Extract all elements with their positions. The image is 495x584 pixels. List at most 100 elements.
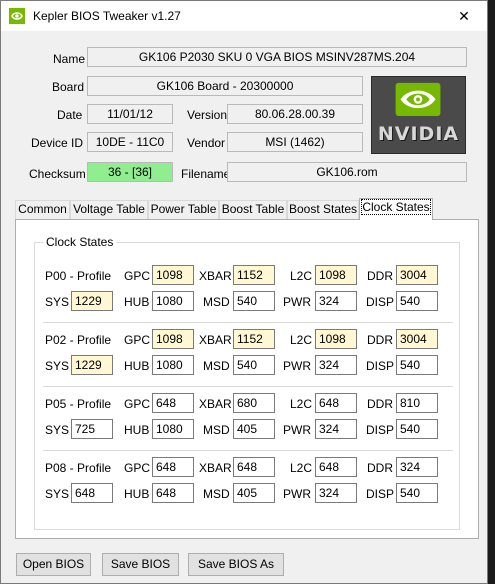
tab-common[interactable]: Common (15, 200, 70, 219)
pwr-label: PWR (283, 359, 311, 373)
board-field[interactable]: GK106 Board - 20300000 (87, 76, 363, 96)
tab-power-table[interactable]: Power Table (148, 200, 219, 219)
xbar-input[interactable]: 1152 (233, 265, 275, 285)
msd-label: MSD (203, 359, 230, 373)
pwr-input[interactable]: 324 (315, 419, 357, 439)
version-field[interactable]: 80.06.28.00.39 (227, 104, 363, 124)
gpc-label: GPC (124, 333, 151, 347)
checksum-field[interactable]: 36 - [36] (87, 162, 173, 182)
msd-label: MSD (203, 295, 230, 309)
open-bios-button[interactable]: Open BIOS (16, 553, 91, 576)
pwr-input[interactable]: 324 (315, 291, 357, 311)
msd-label: MSD (203, 487, 230, 501)
clock-states-panel: Clock States P00 - Profile GPC 1098 XBAR 115… (15, 219, 479, 539)
clock-states-group: Clock States P00 - Profile GPC 1098 XBAR 115… (34, 235, 460, 530)
ddr-input[interactable]: 3004 (396, 329, 438, 349)
msd-input[interactable]: 540 (233, 355, 275, 375)
xbar-input[interactable]: 1152 (233, 329, 275, 349)
gpc-input[interactable]: 648 (152, 457, 194, 477)
nvidia-logo-text: NVIDIA (377, 123, 460, 145)
gpc-input[interactable]: 648 (152, 393, 194, 413)
disp-label: DISP (366, 487, 395, 501)
l2c-label: L2C (290, 397, 313, 411)
sys-label: SYS (45, 487, 70, 501)
disp-input[interactable]: 540 (396, 419, 438, 439)
l2c-label: L2C (290, 333, 313, 347)
ddr-input[interactable]: 324 (396, 457, 438, 477)
name-field[interactable]: GK106 P2030 SKU 0 VGA BIOS MSINV287MS.20… (87, 47, 467, 67)
disp-input[interactable]: 540 (396, 483, 438, 503)
ddr-input[interactable]: 3004 (396, 265, 438, 285)
xbar-input[interactable]: 648 (233, 457, 275, 477)
hub-input[interactable]: 648 (152, 483, 194, 503)
vendor-field[interactable]: MSI (1462) (227, 132, 363, 152)
l2c-input[interactable]: 648 (315, 393, 357, 413)
gpc-input[interactable]: 1098 (152, 329, 194, 349)
version-label: Version (187, 108, 228, 122)
checksum-label: Checksum (29, 167, 86, 181)
device-id-label: Device ID (31, 136, 84, 150)
sys-label: SYS (45, 359, 70, 373)
ddr-label: DDR (367, 397, 393, 411)
ddr-input[interactable]: 810 (396, 393, 438, 413)
pwr-label: PWR (283, 295, 311, 309)
save-bios-button[interactable]: Save BIOS (102, 553, 179, 576)
sys-input[interactable]: 648 (71, 483, 113, 503)
msd-label: MSD (203, 423, 230, 437)
profile-name: P02 - Profile (45, 333, 112, 347)
main-window: Kepler BIOS Tweaker v1.27 ✕ Name GK106 P… (0, 0, 488, 584)
tab-voltage-table[interactable]: Voltage Table (70, 200, 148, 219)
msd-input[interactable]: 405 (233, 419, 275, 439)
disp-label: DISP (366, 423, 395, 437)
tab-clock-states[interactable]: Clock States (359, 198, 433, 220)
nvidia-logo: NVIDIA (371, 76, 466, 154)
ddr-label: DDR (367, 269, 393, 283)
title-bar[interactable]: Kepler BIOS Tweaker v1.27 ✕ (1, 1, 487, 31)
pwr-input[interactable]: 324 (315, 483, 357, 503)
disp-input[interactable]: 540 (396, 291, 438, 311)
sys-input[interactable]: 725 (71, 419, 113, 439)
date-label: Date (57, 108, 83, 122)
disp-label: DISP (366, 359, 395, 373)
l2c-input[interactable]: 1098 (315, 265, 357, 285)
device-id-field[interactable]: 10DE - 11C0 (87, 132, 173, 152)
hub-label: HUB (124, 295, 150, 309)
disp-input[interactable]: 540 (396, 355, 438, 375)
xbar-label: XBAR (199, 461, 232, 475)
sys-label: SYS (45, 423, 70, 437)
hub-input[interactable]: 1080 (152, 291, 194, 311)
save-bios-as-button[interactable]: Save BIOS As (188, 553, 284, 576)
vendor-label: Vendor (187, 136, 226, 150)
l2c-label: L2C (290, 461, 313, 475)
nvidia-app-icon (9, 8, 25, 24)
date-field[interactable]: 11/01/12 (87, 104, 173, 124)
clock-states-title: Clock States (43, 235, 117, 249)
xbar-label: XBAR (199, 333, 232, 347)
profile-name: P05 - Profile (45, 397, 112, 411)
hub-input[interactable]: 1080 (152, 355, 194, 375)
name-label: Name (53, 52, 86, 66)
l2c-input[interactable]: 1098 (315, 329, 357, 349)
gpc-input[interactable]: 1098 (152, 265, 194, 285)
ddr-label: DDR (367, 333, 393, 347)
gpc-label: GPC (124, 461, 151, 475)
msd-input[interactable]: 540 (233, 291, 275, 311)
l2c-input[interactable]: 648 (315, 457, 357, 477)
msd-input[interactable]: 405 (233, 483, 275, 503)
tab-boost-states[interactable]: Boost States (287, 200, 359, 219)
xbar-input[interactable]: 680 (233, 393, 275, 413)
ddr-label: DDR (367, 461, 393, 475)
l2c-label: L2C (290, 269, 313, 283)
hub-input[interactable]: 1080 (152, 419, 194, 439)
sys-input[interactable]: 1229 (71, 355, 113, 375)
close-button[interactable]: ✕ (441, 1, 487, 31)
gpc-label: GPC (124, 269, 151, 283)
profile-separator (43, 386, 453, 387)
profile-separator (43, 450, 453, 451)
pwr-input[interactable]: 324 (315, 355, 357, 375)
hub-label: HUB (124, 487, 150, 501)
window-title: Kepler BIOS Tweaker v1.27 (33, 9, 181, 23)
filename-field[interactable]: GK106.rom (227, 162, 467, 182)
sys-input[interactable]: 1229 (71, 291, 113, 311)
tab-boost-table[interactable]: Boost Table (219, 200, 287, 219)
